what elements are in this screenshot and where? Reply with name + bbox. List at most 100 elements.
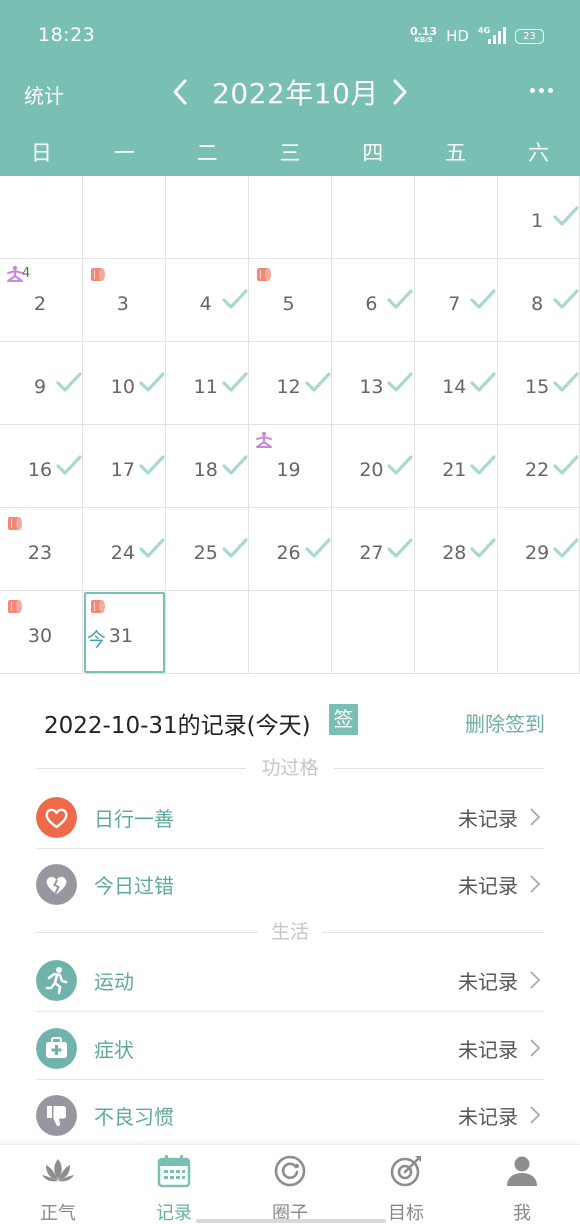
checkmark-icon bbox=[470, 372, 496, 392]
section-divider-merit: 功过格 bbox=[36, 758, 544, 778]
calendar-day-cell[interactable]: 24 bbox=[82, 508, 167, 591]
calendar-day-cell[interactable]: 11 bbox=[165, 342, 250, 425]
status-icons: 0.13 KB/S HD 4G 23 bbox=[410, 24, 544, 48]
record-label: 今日过错 bbox=[94, 874, 174, 898]
day-number: 8 bbox=[531, 293, 544, 315]
calendar-day-cell[interactable]: 15 bbox=[497, 342, 580, 425]
tissue-roll-icon bbox=[8, 517, 22, 530]
weekday-label: 日 bbox=[30, 141, 52, 165]
broken-heart-icon bbox=[36, 864, 77, 905]
tissue-roll-icon bbox=[256, 268, 271, 281]
day-number: 18 bbox=[193, 459, 218, 481]
day-number: 19 bbox=[276, 459, 301, 481]
record-label: 日行一善 bbox=[94, 807, 174, 831]
delete-checkin-button[interactable]: 删除签到 bbox=[465, 708, 545, 737]
day-number: 7 bbox=[448, 293, 461, 315]
calendar-day-cell[interactable]: 22 bbox=[497, 425, 580, 508]
calendar-day-cell[interactable]: 8 bbox=[497, 259, 580, 342]
day-number: 30 bbox=[27, 625, 53, 647]
weekday-row: 日 一 二 三 四 五 六 bbox=[0, 132, 580, 174]
calendar-empty-cell bbox=[497, 591, 580, 674]
weekday-label: 三 bbox=[279, 141, 301, 165]
calendar-empty-cell bbox=[414, 591, 498, 674]
record-row-good-deed[interactable]: 日行一善 未记录 bbox=[36, 783, 544, 849]
calendar-empty-cell bbox=[331, 176, 415, 259]
calendar-day-cell[interactable]: 24 bbox=[0, 259, 84, 342]
calendar-empty-cell bbox=[248, 591, 332, 674]
calendar-day-cell[interactable]: 12 bbox=[248, 342, 332, 425]
checkmark-icon bbox=[387, 372, 414, 392]
net-speed-unit: KB/S bbox=[414, 36, 433, 44]
person-icon bbox=[507, 1156, 537, 1186]
calendar-day-cell[interactable]: 7 bbox=[414, 259, 498, 342]
calendar-day-cell[interactable]: 19 bbox=[248, 425, 332, 508]
weekday-label: 五 bbox=[445, 141, 467, 165]
today-highlight bbox=[83, 592, 165, 673]
weekday-label: 六 bbox=[527, 141, 549, 165]
calendar-day-cell[interactable]: 20 bbox=[331, 425, 415, 508]
weekday-label: 二 bbox=[196, 141, 218, 165]
calendar-day-cell[interactable]: 27 bbox=[331, 508, 415, 591]
chevron-left-icon[interactable] bbox=[168, 78, 194, 106]
calendar-day-cell[interactable]: 1 bbox=[497, 176, 580, 259]
tab-circle[interactable]: 圈子 bbox=[232, 1145, 348, 1224]
calendar-day-cell[interactable]: 17 bbox=[82, 425, 167, 508]
calendar-day-cell[interactable]: 29 bbox=[497, 508, 580, 591]
day-number: 24 bbox=[110, 542, 135, 564]
app-header: 18:23 0.13 KB/S HD 4G 23 统计 2022年10月 日 一… bbox=[0, 0, 580, 176]
record-row-mistakes[interactable]: 今日过错 未记录 bbox=[36, 850, 544, 916]
chevron-right-icon bbox=[530, 875, 541, 893]
day-number: 29 bbox=[525, 542, 550, 564]
calendar-empty-cell bbox=[0, 176, 84, 259]
calendar-day-cell[interactable]: 14 bbox=[414, 342, 498, 425]
calendar-day-cell[interactable]: 13 bbox=[331, 342, 415, 425]
net-speed-value: 0.13 bbox=[410, 25, 438, 38]
checkmark-icon bbox=[222, 455, 248, 475]
tab-label: 我 bbox=[513, 1203, 531, 1224]
calendar-day-cell[interactable]: 25 bbox=[165, 508, 250, 591]
day-number: 13 bbox=[359, 376, 384, 398]
record-row-exercise[interactable]: 运动 未记录 bbox=[36, 946, 544, 1012]
day-number: 16 bbox=[27, 459, 53, 481]
calendar-day-cell[interactable]: 5 bbox=[248, 259, 332, 342]
checkmark-icon bbox=[387, 289, 414, 309]
record-row-symptoms[interactable]: 症状 未记录 bbox=[36, 1014, 544, 1080]
stats-button[interactable]: 统计 bbox=[24, 80, 64, 109]
day-number: 5 bbox=[282, 293, 295, 315]
month-nav: 统计 2022年10月 bbox=[0, 70, 580, 130]
signal-type: 4G bbox=[478, 26, 491, 35]
checkmark-icon bbox=[470, 538, 496, 558]
calendar-empty-cell bbox=[165, 176, 250, 259]
tab-me[interactable]: 我 bbox=[464, 1145, 580, 1224]
calendar-day-cell[interactable]: 9 bbox=[0, 342, 84, 425]
calendar-day-cell[interactable]: 16 bbox=[0, 425, 84, 508]
tab-records[interactable]: 记录 bbox=[116, 1145, 232, 1224]
calendar-day-cell[interactable]: 26 bbox=[248, 508, 332, 591]
tab-label: 正气 bbox=[40, 1203, 76, 1224]
record-status: 未记录 bbox=[458, 1038, 518, 1062]
more-icon[interactable] bbox=[526, 80, 556, 100]
record-status: 未记录 bbox=[458, 874, 518, 898]
tab-zhengqi[interactable]: 正气 bbox=[0, 1145, 116, 1224]
calendar-day-cell[interactable]: 30 bbox=[0, 591, 84, 674]
sign-badge: 签 bbox=[329, 704, 358, 735]
calendar-day-cell[interactable]: 3 bbox=[82, 259, 167, 342]
icon-count: 4 bbox=[22, 266, 31, 281]
calendar-day-cell[interactable]: 6 bbox=[331, 259, 415, 342]
calendar-day-cell[interactable]: 18 bbox=[165, 425, 250, 508]
calendar-day-cell[interactable]: 23 bbox=[0, 508, 84, 591]
calendar-day-cell[interactable]: 4 bbox=[165, 259, 250, 342]
calendar-day-cell[interactable]: 21 bbox=[414, 425, 498, 508]
checkmark-icon bbox=[222, 538, 248, 558]
day-number: 20 bbox=[359, 459, 384, 481]
signal-icon: 4G bbox=[478, 26, 506, 46]
tissue-roll-icon bbox=[8, 600, 22, 613]
tab-goals[interactable]: 目标 bbox=[348, 1145, 464, 1224]
day-number: 27 bbox=[359, 542, 384, 564]
calendar-day-cell[interactable]: 28 bbox=[414, 508, 498, 591]
target-icon bbox=[390, 1156, 421, 1187]
record-row-bad-habits[interactable]: 不良习惯 未记录 bbox=[36, 1081, 544, 1147]
checkmark-icon bbox=[222, 372, 248, 392]
chevron-right-icon[interactable] bbox=[386, 78, 412, 106]
calendar-day-cell[interactable]: 10 bbox=[82, 342, 167, 425]
